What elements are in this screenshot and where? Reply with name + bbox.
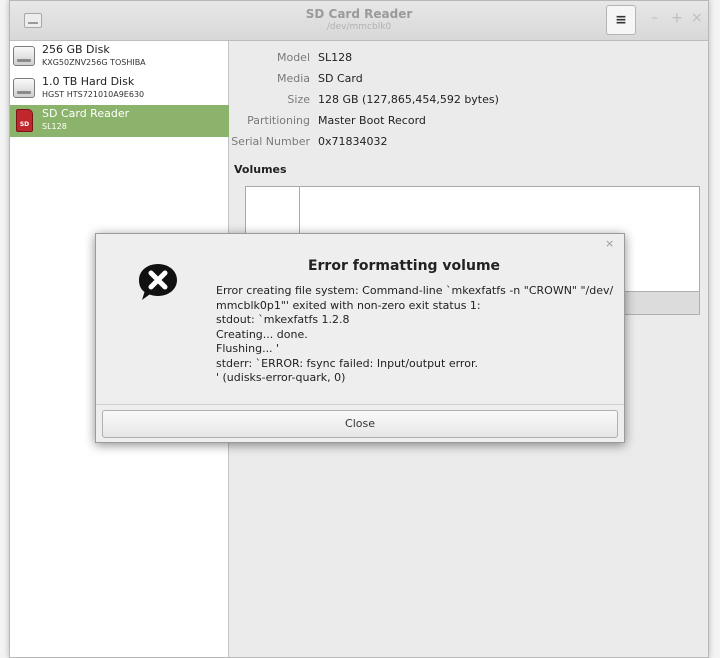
size-value: 128 GB (127,865,454,592 bytes) [318,93,499,106]
menu-button[interactable]: ≡ [606,5,636,35]
drive-name: 1.0 TB Hard Disk [42,75,135,88]
drive-model: HGST HTS721010A9E630 [42,90,145,99]
error-dialog: × Error formatting volume Error creating… [95,233,625,443]
volumes-heading: Volumes [234,163,287,176]
maximize-button[interactable]: + [671,10,683,26]
message-line: mmcblk0p1"' exited with non-zero exit st… [216,298,481,312]
message-line: Creating... done. [216,327,308,341]
dialog-close-icon[interactable]: × [605,237,614,250]
message-line: stdout: `mkexfatfs 1.2.8 [216,313,350,326]
message-line: Flushing... ' [216,342,280,355]
serial-number-value: 0x71834032 [318,135,388,148]
window-subtitle: /dev/mmcblk0 [326,22,392,32]
size-label: Size [287,93,310,106]
drive-model: SL128 [42,122,67,131]
model-label: Model [276,51,310,64]
message-line: Error creating file system: Command-line… [216,284,614,297]
message-line: stderr: `ERROR: fsync failed: Input/outp… [216,356,478,370]
partitioning-label: Partitioning [247,114,310,127]
hamburger-menu-icon: ≡ [615,12,627,28]
window-title: SD Card Reader [305,7,413,21]
partitioning-value: Master Boot Record [318,114,426,127]
media-label: Media [276,72,310,85]
drive-name: 256 GB Disk [42,43,110,56]
drive-item-256gb[interactable]: 256 GB Disk KXG50ZNV256G TOSHIBA [10,41,229,73]
desktop: SD Card Reader /dev/mmcblk0 ≡ – + × 256 … [0,0,720,658]
hard-disk-icon [13,46,35,66]
title-bar[interactable]: SD Card Reader /dev/mmcblk0 ≡ – + × [10,1,708,41]
message-line: ' (udisks-error-quark, 0) [216,371,346,384]
sd-card-icon: SD [16,109,33,132]
drive-item-sd-card-reader[interactable]: SD SD Card Reader SL128 [10,105,229,137]
serial-number-label: Serial Number [231,135,310,148]
dialog-separator [96,404,624,405]
model-value: SL128 [318,51,353,64]
media-value: SD Card [318,72,363,85]
dialog-message: Error creating file system: Command-line… [216,284,614,386]
minimize-button[interactable]: – [651,10,658,26]
drive-model: KXG50ZNV256G TOSHIBA [42,58,146,67]
background-window-right [708,0,720,658]
hard-disk-icon [13,78,35,98]
drive-name: SD Card Reader [42,107,130,120]
dialog-title: Error formatting volume [307,258,501,274]
drive-item-1tb[interactable]: 1.0 TB Hard Disk HGST HTS721010A9E630 [10,73,229,105]
close-button[interactable]: Close [102,410,618,438]
window-close-button[interactable]: × [691,10,703,26]
error-x-icon [139,264,177,300]
